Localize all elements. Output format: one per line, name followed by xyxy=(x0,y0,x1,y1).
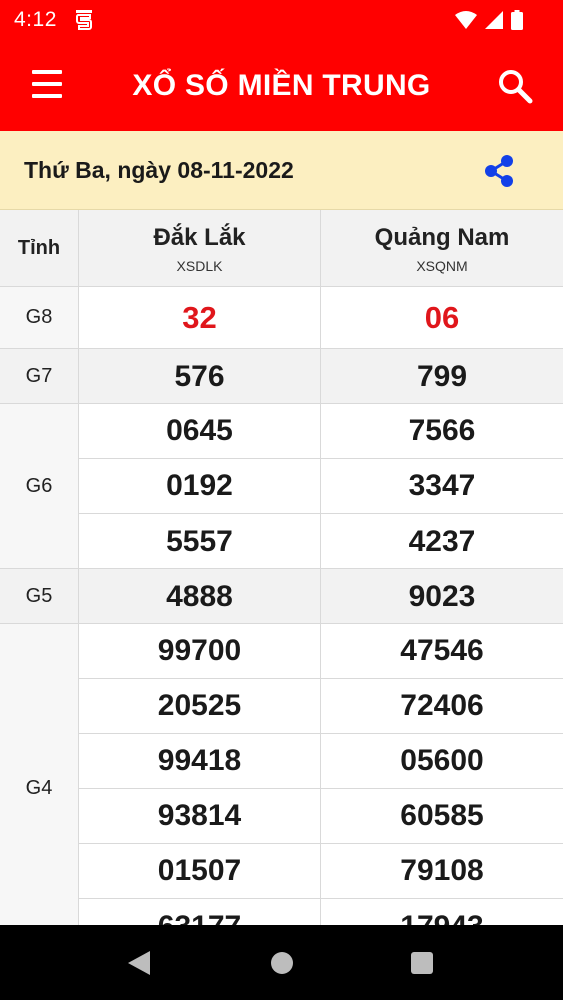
prize-label: G6 xyxy=(0,404,79,568)
province-2-numbers: 475467240605600605857910817943 xyxy=(321,624,563,925)
signal-icon xyxy=(485,11,503,29)
header-province-1: Đắk Lắk XSDLK xyxy=(79,210,321,287)
winning-number: 5557 xyxy=(166,524,233,558)
province-2-numbers: 06 xyxy=(321,287,563,348)
winning-number: 79108 xyxy=(321,844,563,899)
app-bar: XỔ SỐ MIỀN TRUNG xyxy=(0,40,563,131)
prize-row-g7: G7 576 799 xyxy=(0,349,563,404)
prize-row-g6: G6 0645 0192 5557 7566 3347 4237 xyxy=(0,404,563,569)
recent-apps-icon[interactable] xyxy=(411,952,433,974)
wifi-icon xyxy=(455,11,477,29)
home-icon[interactable] xyxy=(271,952,293,974)
province-1-numbers: 576 xyxy=(79,349,321,403)
winning-number: 0645 xyxy=(79,404,320,459)
winning-number: 99418 xyxy=(79,734,320,789)
province-1-numbers: 4888 xyxy=(79,569,321,623)
share-icon[interactable] xyxy=(483,154,515,188)
winning-number: 47546 xyxy=(321,624,563,679)
app-notification-icon xyxy=(75,10,92,30)
header-province-label: Tỉnh xyxy=(0,210,79,287)
system-nav-bar xyxy=(0,925,563,1000)
winning-number: 63177 xyxy=(79,899,320,926)
province-code: XSDLK xyxy=(176,258,223,274)
province-code: XSQNM xyxy=(416,258,468,274)
province-1-numbers: 997002052599418938140150763177 xyxy=(79,624,321,925)
winning-number: 20525 xyxy=(79,679,320,734)
winning-number: 799 xyxy=(416,359,468,393)
battery-icon xyxy=(511,10,523,30)
results-table[interactable]: Tỉnh Đắk Lắk XSDLK Quảng Nam XSQNM G8 32 0… xyxy=(0,210,563,925)
back-icon[interactable] xyxy=(128,951,150,975)
prize-row-g5: G5 4888 9023 xyxy=(0,569,563,624)
draw-date: Thứ Ba, ngày 08-11-2022 xyxy=(24,157,294,183)
province-2-numbers: 799 xyxy=(321,349,563,403)
search-icon[interactable] xyxy=(497,68,533,104)
province-1-numbers: 32 xyxy=(79,287,321,348)
header-province-2: Quảng Nam XSQNM xyxy=(321,210,563,287)
winning-number: 4237 xyxy=(408,524,476,558)
status-bar: 4:12 xyxy=(0,0,563,40)
status-time: 4:12 xyxy=(14,8,57,31)
winning-number: 17943 xyxy=(321,899,563,926)
winning-number: 99700 xyxy=(79,624,320,679)
prize-label: G5 xyxy=(0,569,79,623)
winning-number: 7566 xyxy=(321,404,563,459)
province-2-numbers: 7566 3347 4237 xyxy=(321,404,563,568)
status-icons xyxy=(455,9,523,31)
prize-row-g8: G8 32 06 xyxy=(0,287,563,349)
app-title: XỔ SỐ MIỀN TRUNG xyxy=(132,69,431,102)
winning-number: 06 xyxy=(424,300,460,335)
winning-number: 0192 xyxy=(79,459,320,514)
winning-number: 32 xyxy=(182,300,217,335)
prize-label: G8 xyxy=(0,287,79,348)
winning-number: 576 xyxy=(174,359,225,393)
prize-row-g4: G499700205259941893814015076317747546724… xyxy=(0,624,563,925)
winning-number: 01507 xyxy=(79,844,320,899)
winning-number: 4888 xyxy=(166,579,233,613)
winning-number: 05600 xyxy=(321,734,563,789)
prize-label: G4 xyxy=(0,624,79,925)
winning-number: 93814 xyxy=(79,789,320,844)
province-name: Quảng Nam xyxy=(374,224,510,251)
province-1-numbers: 0645 0192 5557 xyxy=(79,404,321,568)
province-name: Đắk Lắk xyxy=(153,224,246,251)
table-header: Tỉnh Đắk Lắk XSDLK Quảng Nam XSQNM xyxy=(0,210,563,287)
prize-label: G7 xyxy=(0,349,79,403)
winning-number: 3347 xyxy=(321,459,563,514)
winning-number: 60585 xyxy=(321,789,563,844)
winning-number: 72406 xyxy=(321,679,563,734)
province-2-numbers: 9023 xyxy=(321,569,563,623)
winning-number: 9023 xyxy=(408,579,476,613)
date-bar: Thứ Ba, ngày 08-11-2022 xyxy=(0,131,563,210)
